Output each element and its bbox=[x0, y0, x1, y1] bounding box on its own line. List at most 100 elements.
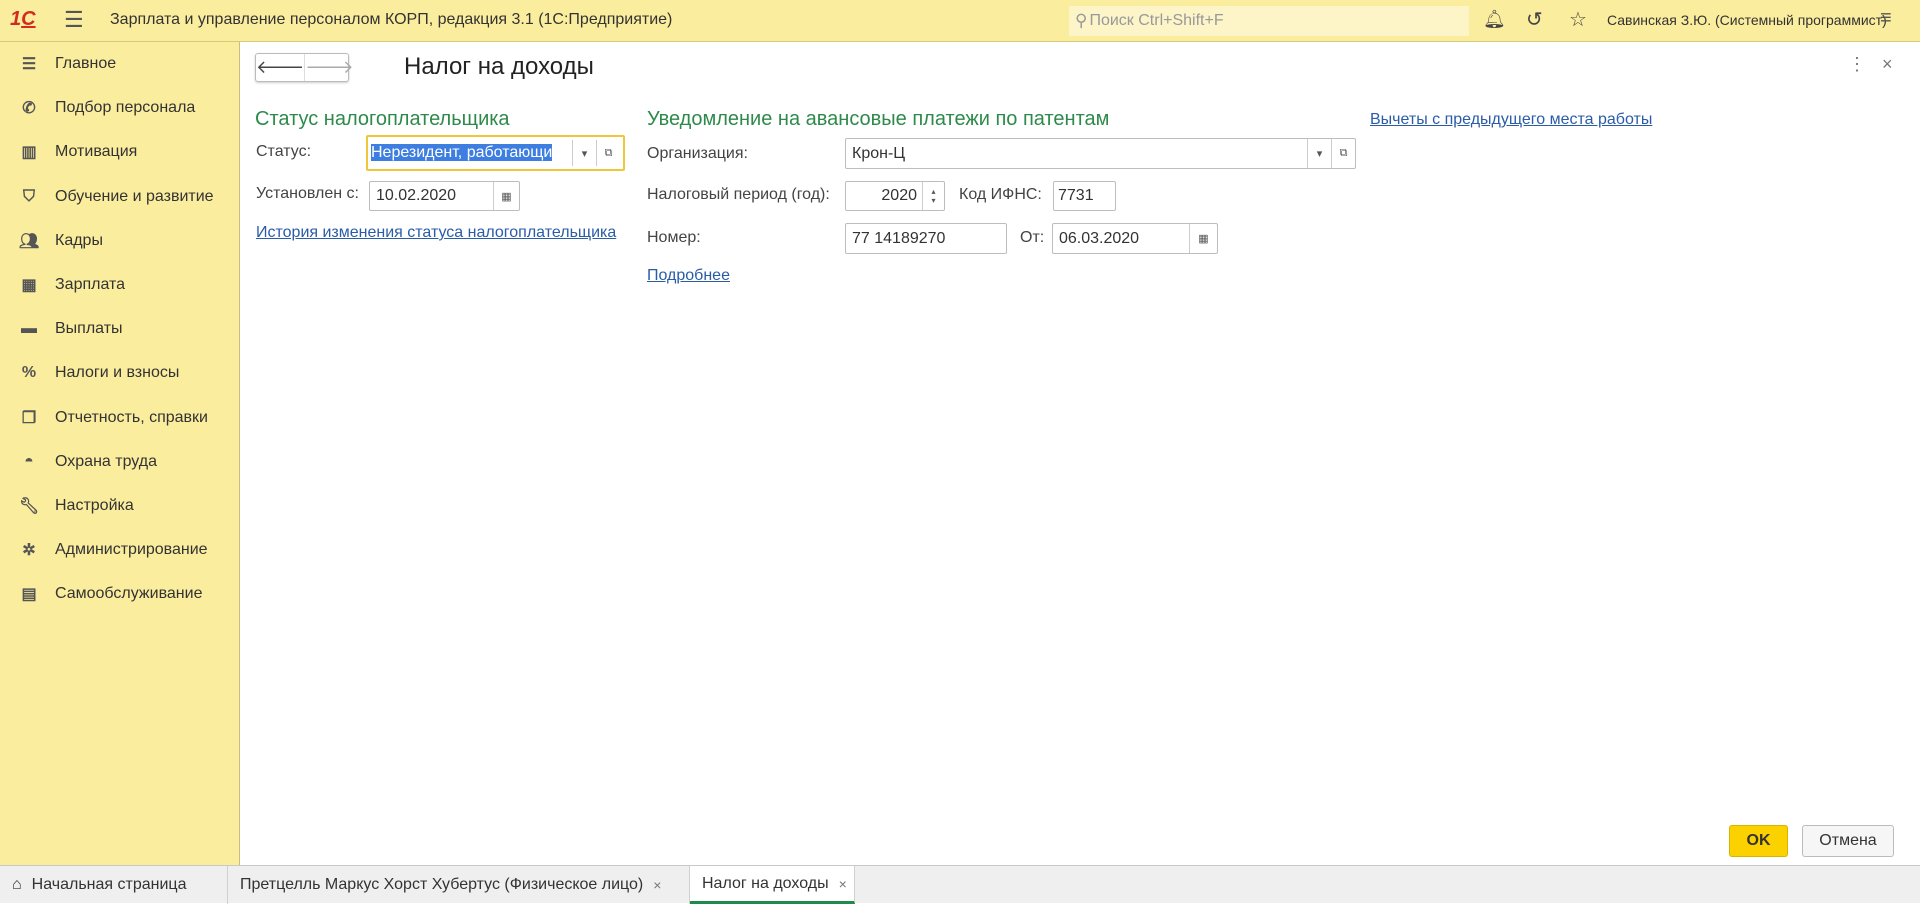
sidebar-item-label: Подбор персонала bbox=[55, 99, 196, 117]
sidebar-item-12[interactable]: ✲ Администрирование bbox=[0, 530, 239, 570]
tab-home[interactable]: ⌂ Начальная страница bbox=[0, 866, 228, 904]
tab-person[interactable]: Претцелль Маркус Хорст Хубертус (Физичес… bbox=[228, 866, 690, 904]
1c-logo: 1С bbox=[10, 8, 36, 30]
org-label: Организация: bbox=[647, 145, 748, 162]
ok-button[interactable]: OK bbox=[1729, 825, 1788, 857]
status-section-heading: Статус налогоплательщика bbox=[255, 108, 510, 130]
sidebar-item-9[interactable]: ❐ Отчетность, справки bbox=[0, 398, 239, 438]
forward-arrow-icon[interactable]: 🡒 bbox=[305, 54, 353, 81]
status-select[interactable]: Нерезидент, работающи ▾ ⧉ bbox=[366, 135, 625, 171]
top-bar: 1С ☰ Зарплата и управление персоналом КО… bbox=[0, 0, 1920, 42]
sidebar-item-label: Выплаты bbox=[55, 320, 123, 338]
graduation-cap-icon: ⛉ bbox=[22, 187, 35, 205]
calendar-icon[interactable]: ▦ bbox=[493, 182, 519, 210]
sidebar-item-label: Отчетность, справки bbox=[55, 408, 208, 426]
sidebar-item-label: Настройка bbox=[55, 497, 134, 514]
sidebar: ☰ Главное ✆ Подбор персонала ▥ Мотивация ⛉ Обуч… bbox=[0, 42, 240, 865]
sidebar-item-3[interactable]: ▥ Мотивация bbox=[0, 132, 239, 172]
sidebar-item-2[interactable]: ✆ Подбор персонала bbox=[0, 88, 239, 128]
tab-label: Начальная страница bbox=[31, 876, 187, 893]
percent-icon: % bbox=[21, 364, 37, 382]
status-history-link[interactable]: История изменения статуса налогоплательщ… bbox=[256, 224, 616, 242]
from-date-value: 06.03.2020 bbox=[1059, 229, 1140, 247]
gift-icon: ▥ bbox=[21, 144, 37, 162]
id-card-icon: ▤ bbox=[21, 586, 37, 604]
ifns-input[interactable]: 7731 bbox=[1053, 181, 1116, 211]
status-label: Статус: bbox=[256, 143, 312, 160]
open-windows-bar: ⌂ Начальная страница Претцелль Маркус Хор… bbox=[0, 865, 1920, 904]
sidebar-item-label: Самообслуживание bbox=[55, 585, 203, 603]
home-icon: ⌂ bbox=[12, 876, 22, 893]
people-icon: 👥︎ bbox=[18, 232, 40, 250]
nav-buttons: 🡐 🡒 bbox=[255, 53, 354, 82]
chevron-down-icon[interactable]: ▾ bbox=[572, 140, 596, 166]
organization-value: Крон-Ц bbox=[852, 144, 906, 162]
sidebar-item-11[interactable]: 🔧︎ Настройка bbox=[0, 486, 239, 526]
period-stepper[interactable]: 2020 ▴ ▾ bbox=[845, 181, 945, 211]
wrench-icon: 🔧︎ bbox=[18, 498, 40, 515]
tab-label: Претцелль Маркус Хорст Хубертус (Физичес… bbox=[240, 876, 644, 893]
patent-section-heading: Уведомление на авансовые платежи по пате… bbox=[647, 108, 1110, 130]
previous-job-deductions-link[interactable]: Вычеты с предыдущего места работы bbox=[1370, 111, 1652, 129]
cancel-button[interactable]: Отмена bbox=[1802, 825, 1894, 857]
sidebar-item-5[interactable]: 👥︎ Кадры bbox=[0, 221, 239, 261]
user-name[interactable]: Савинская З.Ю. (Системный программист) bbox=[1607, 12, 1887, 28]
sidebar-item-10[interactable]: ◓ Охрана труда bbox=[0, 442, 239, 482]
close-icon[interactable]: × bbox=[1882, 54, 1893, 75]
calendar-icon[interactable]: ▦ bbox=[1189, 224, 1217, 253]
period-value: 2020 bbox=[881, 187, 917, 204]
list-icon: ☰ bbox=[21, 56, 37, 73]
more-actions-icon[interactable]: ⋮ bbox=[1848, 54, 1866, 75]
status-value: Нерезидент, работающи bbox=[371, 144, 553, 161]
more-details-link[interactable]: Подробнее bbox=[647, 267, 730, 285]
search-placeholder: Поиск Ctrl+Shift+F bbox=[1089, 12, 1224, 29]
app-title: Зарплата и управление персоналом КОРП, р… bbox=[110, 11, 673, 28]
gear-icon: ✲ bbox=[22, 542, 36, 560]
ifns-value: 7731 bbox=[1058, 187, 1094, 204]
sidebar-item-1[interactable]: ☰ Главное bbox=[0, 44, 239, 84]
bell-icon[interactable]: 🔔︎ bbox=[1483, 9, 1506, 30]
sidebar-item-label: Налоги и взносы bbox=[55, 364, 180, 382]
star-icon[interactable]: ☆ bbox=[1569, 7, 1587, 32]
tab-label: Налог на доходы bbox=[702, 874, 829, 892]
organization-select[interactable]: Крон-Ц ▾ ⧉ bbox=[845, 138, 1356, 169]
card-icon: ▬ bbox=[21, 320, 37, 338]
since-date-input[interactable]: 10.02.2020 ▦ bbox=[369, 181, 520, 211]
sidebar-item-label: Мотивация bbox=[55, 143, 138, 161]
sidebar-item-4[interactable]: ⛉ Обучение и развитие bbox=[0, 177, 239, 217]
chevron-down-icon[interactable]: ▾ bbox=[1307, 139, 1331, 168]
from-date-input[interactable]: 06.03.2020 ▦ bbox=[1052, 223, 1218, 254]
sidebar-item-6[interactable]: ▦ Зарплата bbox=[0, 265, 239, 305]
tab-income-tax[interactable]: Налог на доходы × bbox=[690, 866, 855, 904]
back-arrow-icon[interactable]: 🡐 bbox=[256, 54, 306, 81]
number-label: Номер: bbox=[647, 229, 701, 246]
period-label: Налоговый период (год): bbox=[647, 186, 830, 203]
search-icon: ⚲ bbox=[1075, 11, 1088, 30]
helmet-icon: ◓ bbox=[24, 452, 34, 470]
stepper-arrows-icon[interactable]: ▴ ▾ bbox=[922, 182, 944, 210]
close-tab-icon[interactable]: × bbox=[653, 877, 661, 893]
sidebar-item-7[interactable]: ▬ Выплаты bbox=[0, 309, 239, 349]
history-icon[interactable]: ↺ bbox=[1526, 7, 1543, 32]
sidebar-item-13[interactable]: ▤ Самообслуживание bbox=[0, 574, 239, 614]
since-date-value: 10.02.2020 bbox=[376, 187, 457, 204]
open-icon[interactable]: ⧉ bbox=[596, 140, 620, 166]
sidebar-item-label: Главное bbox=[55, 55, 117, 72]
close-tab-icon[interactable]: × bbox=[839, 876, 847, 892]
documents-icon: ❐ bbox=[21, 409, 37, 427]
open-icon[interactable]: ⧉ bbox=[1331, 139, 1355, 168]
main-menu-icon[interactable]: ☰ bbox=[64, 7, 84, 33]
sidebar-item-label: Зарплата bbox=[55, 276, 126, 293]
from-label: От: bbox=[1020, 229, 1045, 246]
calculator-icon: ▦ bbox=[21, 277, 37, 294]
search-input[interactable]: ⚲ Поиск Ctrl+Shift+F bbox=[1069, 6, 1469, 36]
sidebar-item-label: Обучение и развитие bbox=[55, 187, 214, 205]
number-input[interactable]: 77 14189270 bbox=[845, 223, 1007, 254]
sidebar-item-label: Кадры bbox=[55, 231, 103, 249]
sidebar-item-8[interactable]: % Налоги и взносы bbox=[0, 353, 239, 393]
since-label: Установлен с: bbox=[256, 185, 359, 202]
settings-menu-icon[interactable]: ≡ bbox=[1880, 7, 1892, 30]
sidebar-item-label: Администрирование bbox=[55, 541, 208, 559]
page-title: Налог на доходы bbox=[404, 53, 594, 80]
ifns-label: Код ИФНС: bbox=[959, 186, 1042, 203]
